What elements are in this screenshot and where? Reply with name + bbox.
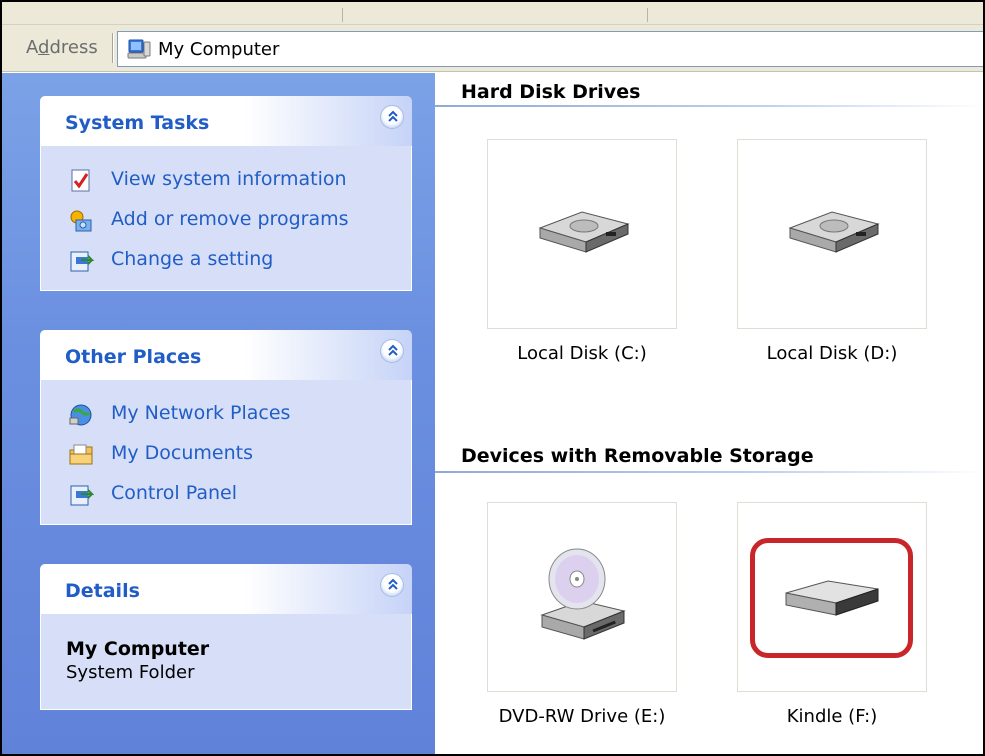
- hard-disk-icon: [538, 211, 630, 253]
- drive-label-f: Kindle (F:): [786, 706, 878, 727]
- drive-label-d: Local Disk (D:): [766, 343, 898, 364]
- highlight-box: [750, 538, 913, 658]
- details-title: Details: [65, 580, 140, 602]
- hard-disk-drives-header: Hard Disk Drives: [461, 81, 641, 103]
- hard-disk-icon: [788, 211, 880, 253]
- other-places-header[interactable]: Other Places: [40, 330, 412, 380]
- task-view-system-information[interactable]: View system information: [41, 160, 411, 200]
- details-body: My Computer System Folder: [40, 614, 412, 710]
- drive-tile-e[interactable]: [487, 502, 677, 692]
- details-panel: Details My Computer System Folder: [40, 564, 412, 710]
- address-label: Address: [26, 37, 98, 58]
- details-type: System Folder: [66, 662, 195, 683]
- toolbar-separator: [342, 8, 343, 22]
- double-chevron-up-icon: [388, 344, 398, 356]
- details-header[interactable]: Details: [40, 564, 412, 614]
- my-computer-icon: [127, 39, 151, 59]
- double-chevron-up-icon: [388, 578, 398, 590]
- control-panel-icon: [70, 251, 94, 272]
- drive-tile-c[interactable]: [487, 139, 677, 329]
- my-documents-icon: [69, 444, 93, 465]
- drive-tile-d[interactable]: [737, 139, 927, 329]
- double-chevron-up-icon: [388, 110, 398, 122]
- task-change-a-setting[interactable]: Change a setting: [41, 240, 411, 280]
- task-pane: System Tasks View system information Add…: [2, 73, 435, 754]
- address-divider: [112, 33, 114, 63]
- task-add-remove-programs[interactable]: Add or remove programs: [41, 200, 411, 240]
- place-control-panel[interactable]: Control Panel: [41, 474, 411, 514]
- address-bar: Address My Computer: [2, 25, 983, 72]
- other-places-panel: Other Places My Network Places My Docume…: [40, 330, 412, 525]
- toolbar-strip: [2, 2, 983, 25]
- collapse-system-tasks-button[interactable]: [380, 105, 404, 129]
- other-places-body: My Network Places My Documents Control P…: [40, 380, 412, 525]
- explorer-window: Address My Computer System Tasks View sy…: [0, 0, 985, 756]
- add-remove-programs-icon: [70, 210, 92, 232]
- removable-storage-header: Devices with Removable Storage: [461, 445, 814, 467]
- system-tasks-title: System Tasks: [65, 112, 210, 134]
- drive-label-e: DVD-RW Drive (E:): [498, 706, 666, 727]
- collapse-other-places-button[interactable]: [380, 339, 404, 363]
- toolbar-separator: [647, 8, 648, 22]
- collapse-details-button[interactable]: [380, 573, 404, 597]
- address-value: My Computer: [158, 39, 280, 60]
- content-area: Hard Disk Drives Local Disk (C:) Local D…: [435, 73, 983, 754]
- drive-label-c: Local Disk (C:): [517, 343, 647, 364]
- dvd-drive-icon: [540, 548, 626, 640]
- address-field[interactable]: My Computer: [117, 31, 983, 67]
- place-my-documents[interactable]: My Documents: [41, 434, 411, 474]
- system-tasks-header[interactable]: System Tasks: [40, 96, 412, 146]
- place-my-network-places[interactable]: My Network Places: [41, 394, 411, 434]
- group-divider: [435, 105, 983, 107]
- group-divider: [435, 471, 983, 473]
- system-info-icon: [71, 169, 90, 192]
- network-places-icon: [69, 404, 92, 426]
- system-tasks-body: View system information Add or remove pr…: [40, 146, 412, 291]
- other-places-title: Other Places: [65, 346, 202, 368]
- details-name: My Computer: [66, 638, 210, 660]
- system-tasks-panel: System Tasks View system information Add…: [40, 96, 412, 291]
- control-panel-icon: [70, 485, 94, 506]
